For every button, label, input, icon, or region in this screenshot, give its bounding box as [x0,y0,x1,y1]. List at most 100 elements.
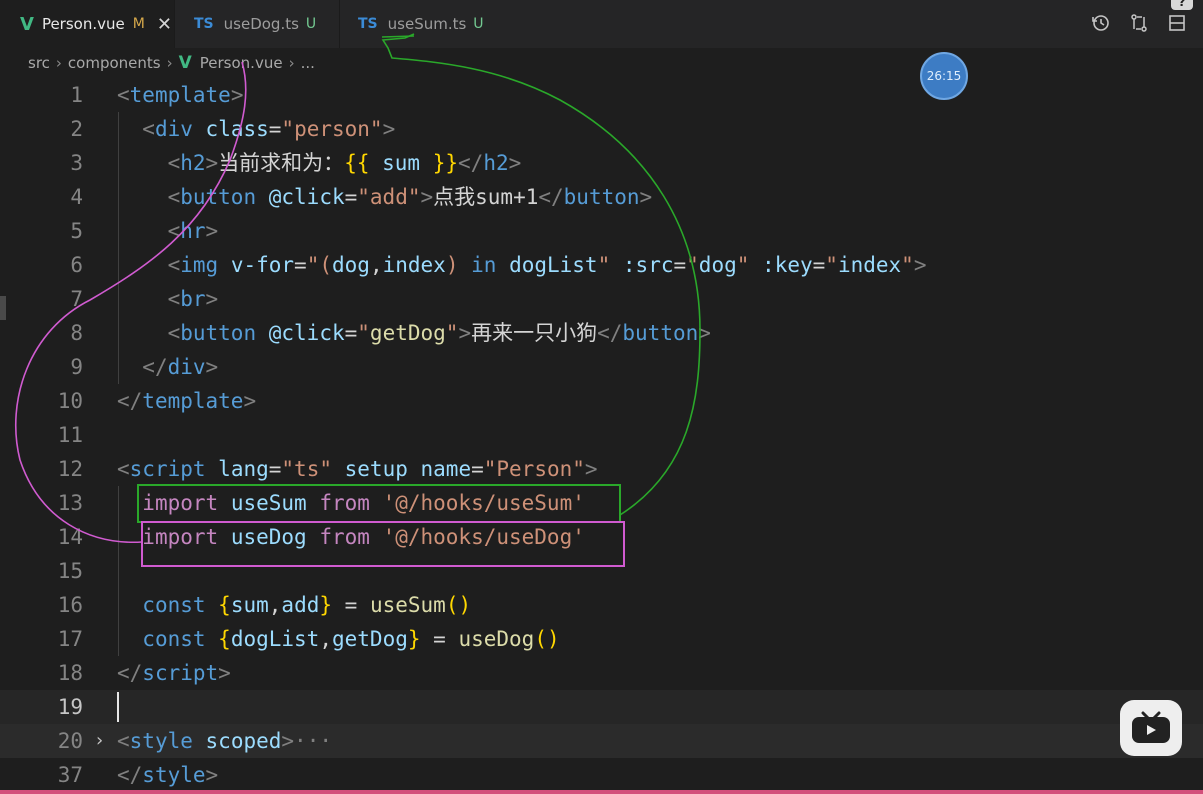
code-line[interactable]: 7 <br> [0,282,1203,316]
code-token: = [344,321,358,345]
code-token: > [584,457,598,481]
tab-person-vue[interactable]: V Person.vue M ✕ [0,0,174,48]
code-token: script [129,457,206,481]
code-text: const {sum,add} = useSum() [117,588,471,622]
code-token: < [167,287,181,311]
code-token: " [901,253,914,277]
code-token: from [319,525,370,549]
history-icon[interactable] [1089,11,1113,35]
code-token: > [639,185,653,209]
code-token: { [218,627,231,651]
line-number: 16 [57,593,83,617]
code-token: setup [344,457,408,481]
code-line[interactable]: 2 <div class="person"> [0,112,1203,146]
breadcrumb: src › components › V Person.vue › ... [0,48,1203,78]
code-editor[interactable]: 1 <template> 2 <div class="person"> 3 <h2>当… [0,78,1203,794]
line-number: 17 [57,627,83,651]
code-token: > [230,83,244,107]
code-token: :key [762,253,813,277]
chevron-right-icon: › [55,54,62,72]
code-token: < [117,457,130,481]
code-line[interactable]: 13 import useSum from '@/hooks/useSum' [0,486,1203,520]
code-line[interactable]: 20 › <style scoped>··· [0,724,1203,758]
code-text: <button @click="add">点我sum+1</button> [117,180,653,214]
editor-toolbar [1089,11,1189,35]
code-token: script [142,661,219,685]
code-line[interactable]: 8 <button @click="getDog">再来一只小狗</button… [0,316,1203,350]
code-line[interactable]: 12 <script lang="ts" setup name="Person"> [0,452,1203,486]
code-token: < [117,729,130,753]
code-line[interactable]: 19 [0,690,1203,724]
code-line[interactable]: 5 <hr> [0,214,1203,248]
code-token: button [563,185,640,209]
code-token: < [167,321,181,345]
code-token: " [445,321,459,345]
code-line[interactable]: 1 <template> [0,78,1203,112]
breadcrumb-file[interactable]: Person.vue [200,54,283,72]
breadcrumb-ellipsis[interactable]: ... [301,54,315,72]
code-token: "ts" [281,457,332,481]
breadcrumb-components[interactable]: components [68,54,161,72]
code-line[interactable]: 6 <img v-for="(dog,index) in dogList" :s… [0,248,1203,282]
tab-usedog-ts[interactable]: TS useDog.ts U [175,0,339,48]
code-line[interactable]: 9 </div> [0,350,1203,384]
code-line[interactable]: 16 const {sum,add} = useSum() [0,588,1203,622]
help-badge[interactable]: ? [1171,0,1193,10]
code-token: useDog [458,627,535,651]
code-token: > [205,763,219,787]
code-token: > [205,219,219,243]
line-number: 1 [70,83,83,107]
code-token: name [420,457,472,481]
code-text: </template> [117,384,256,418]
compare-changes-icon[interactable] [1127,11,1151,35]
code-line[interactable]: 4 <button @click="add">点我sum+1</button> [0,180,1203,214]
code-token: getDog [332,627,408,651]
code-token: const [142,627,206,651]
line-number: 20 [57,729,83,753]
tab-usesum-ts[interactable]: TS useSum.ts U [340,0,510,48]
code-line[interactable]: 10 </template> [0,384,1203,418]
close-tab-icon[interactable]: ✕ [157,14,172,35]
code-line[interactable]: 17 const {dogList,getDog} = useDog() [0,622,1203,656]
code-token: from [319,491,370,515]
code-line[interactable]: 14 import useDog from '@/hooks/useDog' [0,520,1203,554]
code-token: }} [432,151,459,175]
vue-file-icon: V [20,13,34,35]
code-line[interactable]: 3 <h2>当前求和为：{{ sum }}</h2> [0,146,1203,180]
tab-label: useDog.ts [223,15,299,33]
code-text: <style scoped>··· [117,724,332,758]
code-token: " [825,253,838,277]
code-token: {{ [344,151,370,175]
code-token: const [142,593,206,617]
code-token: } [407,627,421,651]
code-token: dog [698,253,737,277]
line-number: 18 [57,661,83,685]
code-token: dogList [230,627,320,651]
line-number: 13 [57,491,83,515]
code-token: '@/hooks/useSum' [382,491,585,515]
line-number: 7 [70,287,83,311]
fold-chevron-icon[interactable]: › [94,724,105,758]
code-token: > [205,287,219,311]
breadcrumb-src[interactable]: src [28,54,50,72]
code-line[interactable]: 11 [0,418,1203,452]
typescript-file-icon: TS [358,16,378,32]
code-token: dogList [509,253,598,277]
code-token: in [471,253,497,277]
line-number: 19 [57,695,83,719]
split-editor-icon[interactable] [1165,11,1189,35]
code-line[interactable]: 15 [0,554,1203,588]
code-token: '@/hooks/useDog' [382,525,585,549]
code-text: <hr> [117,214,219,248]
code-line[interactable]: 18 </script> [0,656,1203,690]
fold-ellipsis[interactable]: ··· [294,729,332,753]
code-line[interactable]: 37 </style> [0,758,1203,792]
code-token: = [471,457,484,481]
